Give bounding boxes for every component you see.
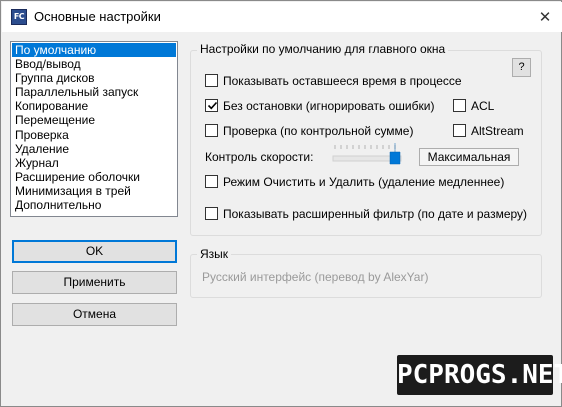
close-icon[interactable]: ✕ — [534, 6, 556, 28]
settings-category-list[interactable]: По умолчанию Ввод/вывод Группа дисков Па… — [10, 41, 178, 217]
sidebar-item-move[interactable]: Перемещение — [11, 113, 177, 127]
speed-slider[interactable] — [332, 143, 404, 165]
sidebar-item-log[interactable]: Журнал — [11, 156, 177, 170]
checkmark-icon — [207, 101, 218, 110]
clear-delete-label: Режим Очистить и Удалить (удаление медле… — [223, 175, 505, 189]
sidebar-item-verify[interactable]: Проверка — [11, 128, 177, 142]
extended-filter-checkbox[interactable] — [205, 207, 218, 220]
no-stop-label: Без остановки (игнорировать ошибки) — [223, 99, 435, 113]
speed-control-label: Контроль скорости: — [205, 150, 314, 164]
show-remaining-time-checkbox[interactable] — [205, 74, 218, 87]
cancel-button[interactable]: Отмена — [12, 303, 177, 326]
altstream-label: AltStream — [471, 124, 524, 138]
sidebar-item-parallel-run[interactable]: Параллельный запуск — [11, 85, 177, 99]
slider-thumb-icon[interactable] — [389, 143, 401, 165]
no-stop-checkbox[interactable] — [205, 99, 218, 112]
help-button[interactable]: ? — [512, 58, 531, 77]
sidebar-item-io[interactable]: Ввод/вывод — [11, 57, 177, 71]
sidebar-item-defaults[interactable]: По умолчанию — [12, 43, 176, 58]
language-value: Русский интерфейс (перевод by AlexYar) — [202, 270, 429, 284]
sidebar-item-tray[interactable]: Минимизация в трей — [11, 184, 177, 198]
sidebar-item-disk-group[interactable]: Группа дисков — [11, 71, 177, 85]
acl-checkbox[interactable] — [453, 99, 466, 112]
language-group-title: Язык — [197, 247, 232, 261]
verify-label: Проверка (по контрольной сумме) — [223, 124, 414, 138]
show-remaining-time-label: Показывать оставшееся время в процессе — [223, 74, 462, 88]
apply-button[interactable]: Применить — [12, 271, 177, 294]
title-bar: FC Основные настройки ✕ — [2, 2, 562, 32]
fastcopy-app-icon: FC — [11, 9, 27, 25]
defaults-group-title: Настройки по умолчанию для главного окна — [197, 42, 449, 56]
ok-button[interactable]: OK — [12, 240, 177, 263]
acl-label: ACL — [471, 99, 495, 113]
sidebar-item-copy[interactable]: Копирование — [11, 99, 177, 113]
verify-checkbox[interactable] — [205, 124, 218, 137]
clear-delete-checkbox[interactable] — [205, 175, 218, 188]
window-title: Основные настройки — [34, 9, 161, 24]
sidebar-item-delete[interactable]: Удаление — [11, 142, 177, 156]
slider-ticks — [334, 145, 396, 149]
extended-filter-label: Показывать расширенный фильтр (по дате и… — [223, 207, 528, 221]
settings-window: FC Основные настройки ✕ По умолчанию Вво… — [0, 0, 562, 407]
sidebar-item-shell-extension[interactable]: Расширение оболочки — [11, 170, 177, 184]
altstream-checkbox[interactable] — [453, 124, 466, 137]
sidebar-item-advanced[interactable]: Дополнительно — [11, 198, 177, 212]
watermark-logo: PCPROGS.NET — [397, 355, 562, 395]
speed-value-display: Максимальная — [419, 148, 519, 166]
